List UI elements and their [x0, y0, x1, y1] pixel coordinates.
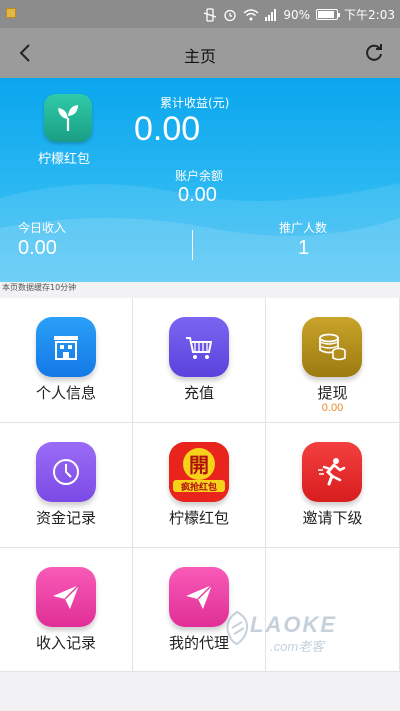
watermark-logo-icon [226, 610, 249, 646]
grid-item-recharge[interactable]: 充值 [133, 298, 266, 423]
building-icon [36, 317, 96, 377]
grid-item-label: 收入记录 [35, 634, 96, 652]
paper-plane-icon [36, 567, 96, 627]
grid-item-personal-info[interactable]: 个人信息 [0, 298, 133, 423]
wifi-icon [243, 9, 259, 21]
grid-item-label: 提现 [317, 384, 348, 402]
today-income-value: 0.00 [18, 237, 57, 259]
divider [192, 230, 193, 260]
clock-icon [36, 442, 96, 502]
alarm-icon [224, 9, 237, 21]
app-logo [44, 94, 92, 142]
battery-icon [316, 9, 341, 20]
grid-item-label: 柠檬红包 [168, 509, 229, 527]
cart-icon [169, 317, 229, 377]
grid-item-lemon-redpacket[interactable]: 開 疯抢红包 柠檬红包 [133, 423, 266, 548]
status-icons: 90% 下午2:03 [203, 6, 395, 23]
leaf-sprout-icon [58, 105, 78, 131]
rotation-lock-icon [204, 7, 217, 22]
red-envelope-icon: 開 疯抢红包 [169, 442, 229, 502]
grid-item-label: 资金记录 [35, 509, 96, 527]
grid-item-withdraw[interactable]: 提现 0.00 [266, 298, 400, 423]
balance-value: 0.00 [178, 184, 217, 206]
cache-note: 本页数据缓存10分钟 [2, 283, 77, 292]
withdraw-amount: 0.00 [321, 402, 344, 414]
clock: 下午2:03 [344, 8, 395, 22]
title-bar: 主页 [0, 28, 400, 78]
grid-item-income-records[interactable]: 收入记录 [0, 548, 133, 672]
battery-percent: 90% [283, 7, 311, 22]
envelope-char: 開 [189, 453, 209, 477]
watermark-subtext: .com老客 [270, 639, 325, 654]
coins-icon [302, 317, 362, 377]
today-income-label: 今日收入 [18, 221, 67, 235]
app-name: 柠檬红包 [38, 152, 91, 167]
paper-plane-icon [169, 567, 229, 627]
watermark-text: LAOKE [250, 612, 337, 637]
grid-item-label: 充值 [183, 384, 214, 402]
grid-item-label: 邀请下级 [302, 509, 363, 527]
cumulative-earnings-label: 累计收益(元) [160, 96, 230, 110]
grid-item-label: 个人信息 [35, 384, 96, 402]
referral-count-label: 推广人数 [279, 221, 328, 235]
grid-item-fund-records[interactable]: 资金记录 [0, 423, 133, 548]
grid-item-invite[interactable]: 邀请下级 [266, 423, 400, 548]
referral-count-value: 1 [298, 237, 310, 259]
envelope-banner: 疯抢红包 [181, 481, 217, 493]
cumulative-earnings-value: 0.00 [134, 110, 201, 148]
notification-icon [6, 8, 16, 18]
signal-icon [265, 8, 277, 21]
refresh-icon[interactable] [362, 41, 386, 65]
balance-label: 账户余额 [175, 169, 224, 183]
earnings-header: 柠檬红包 累计收益(元) 0.00 账户余额 0.00 今日收入 0.00 推广… [0, 78, 400, 282]
page-title: 主页 [183, 47, 216, 66]
status-bar: 90% 下午2:03 [0, 0, 400, 28]
runner-icon [302, 442, 362, 502]
